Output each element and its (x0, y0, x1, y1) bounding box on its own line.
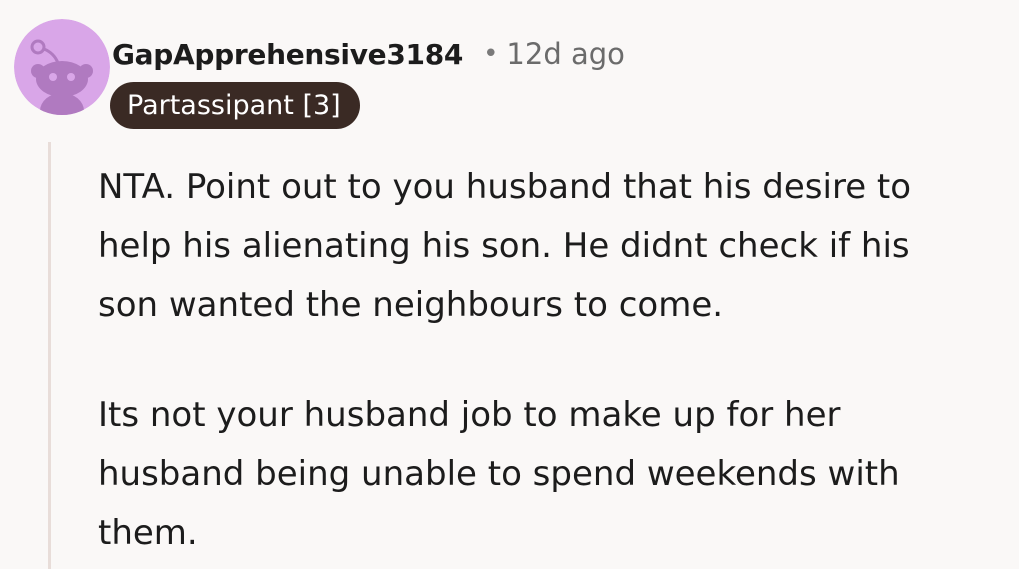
user-flair-badge: Partassipant [3] (110, 82, 360, 129)
avatar[interactable] (14, 19, 110, 115)
dot-separator: • (483, 39, 499, 69)
thread-line[interactable] (48, 142, 51, 569)
flair-label: Partassipant [3] (127, 90, 341, 121)
comment-paragraph: Its not your husband job to make up for … (98, 395, 900, 553)
comment-paragraph: NTA. Point out to you husband that his d… (98, 167, 912, 325)
reddit-snoo-icon (14, 19, 110, 115)
comment-body: NTA. Point out to you husband that his d… (98, 158, 1013, 563)
username-link[interactable]: GapApprehensive3184 (112, 38, 463, 71)
comment-header: GapApprehensive3184 • 12d ago (112, 30, 625, 78)
timestamp[interactable]: 12d ago (506, 37, 624, 71)
